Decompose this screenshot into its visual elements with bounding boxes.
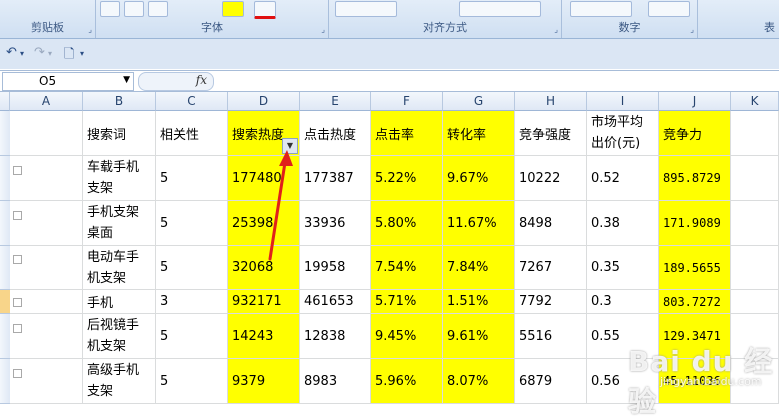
- currency-button[interactable]: [570, 1, 632, 17]
- font-group: 字体 ⌟: [96, 0, 329, 38]
- alignment-group: 对齐方式 ⌟: [329, 0, 562, 38]
- number-group-label: 数字: [618, 21, 641, 34]
- redo-icon[interactable]: ↷: [34, 45, 45, 60]
- font-color-button[interactable]: [254, 1, 276, 19]
- underline-button[interactable]: [148, 1, 168, 17]
- table-group: 表: [698, 0, 779, 38]
- quick-access-toolbar: ↶ ▾ ↷ ▾ 🗋 ▾: [0, 39, 779, 69]
- dialog-launcher-icon[interactable]: ⌟: [88, 26, 92, 34]
- dialog-launcher-icon[interactable]: ⌟: [321, 26, 325, 34]
- print-preview-icon[interactable]: 🗋: [64, 45, 74, 67]
- dialog-launcher-icon[interactable]: ⌟: [690, 26, 694, 34]
- chevron-down-icon[interactable]: ▼: [123, 75, 130, 85]
- ribbon: 剪贴板 ⌟ 字体 ⌟ 对齐方式 ⌟ 数字 ⌟ 表: [0, 0, 779, 39]
- bold-button[interactable]: [100, 1, 120, 17]
- redo-dropdown-icon[interactable]: ▾: [48, 49, 52, 58]
- insert-function-button[interactable]: fx: [138, 72, 214, 91]
- alignment-group-label: 对齐方式: [423, 21, 467, 34]
- number-group: 数字 ⌟: [562, 0, 698, 38]
- font-group-label: 字体: [201, 21, 223, 34]
- merge-button[interactable]: [459, 1, 541, 17]
- dialog-launcher-icon[interactable]: ⌟: [554, 26, 558, 34]
- qat-dropdown-icon[interactable]: ▾: [80, 49, 84, 58]
- decimal-button[interactable]: [648, 1, 690, 17]
- italic-button[interactable]: [124, 1, 144, 17]
- fx-icon: fx: [195, 73, 207, 87]
- undo-dropdown-icon[interactable]: ▾: [20, 49, 24, 58]
- undo-icon[interactable]: ↶: [6, 45, 17, 60]
- clipboard-group-label: 剪贴板: [31, 21, 64, 34]
- annotation-arrow: [268, 150, 293, 261]
- formula-bar: O5 ▼ fx: [0, 70, 779, 92]
- worksheet-grid[interactable]: A B C D E F G H I J K 搜索词 相关性 搜索热度 点击热度 …: [0, 92, 779, 418]
- name-box-value: O5: [39, 74, 57, 88]
- align-buttons[interactable]: [335, 1, 397, 17]
- clipboard-group: 剪贴板 ⌟: [0, 0, 96, 38]
- fill-color-button[interactable]: [222, 1, 244, 17]
- table-group-label: 表: [764, 21, 775, 34]
- name-box[interactable]: O5 ▼: [2, 72, 134, 91]
